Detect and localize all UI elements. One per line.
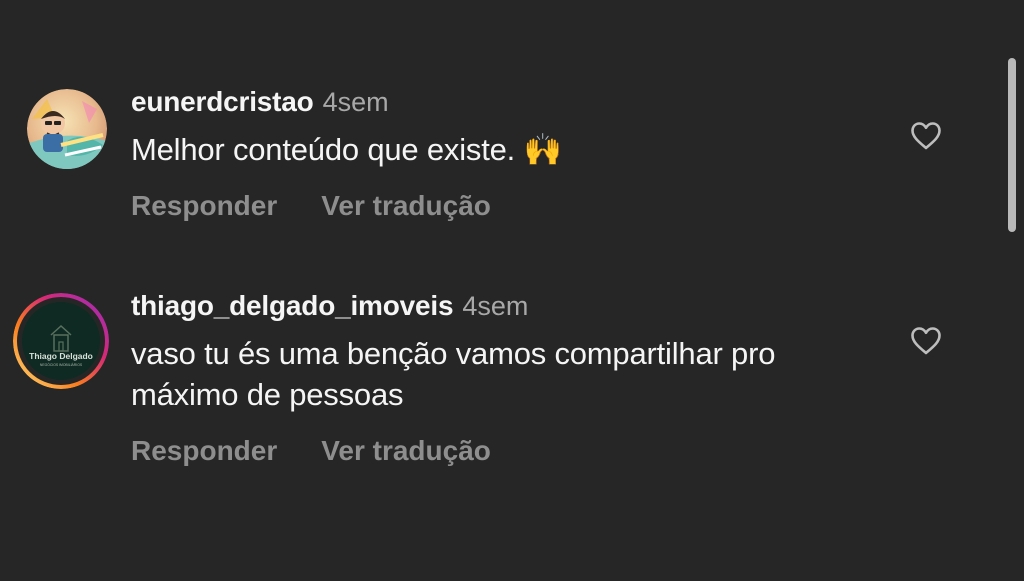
- comment-timestamp: 4sem: [462, 291, 529, 321]
- reply-button[interactable]: Responder: [131, 190, 277, 222]
- comment-body: eunerdcristao 4sem Melhor conteúdo que e…: [131, 86, 891, 222]
- heart-outline-icon: [911, 327, 941, 355]
- comment-timestamp: 4sem: [322, 87, 389, 117]
- comments-screen: eunerdcristao 4sem Melhor conteúdo que e…: [0, 0, 1024, 581]
- avatar-image: Thiago Delgado NEGÓCIOS IMOBILIÁRIOS: [13, 293, 109, 389]
- scrollbar[interactable]: [1008, 58, 1016, 232]
- see-translation-button[interactable]: Ver tradução: [321, 435, 491, 467]
- comment-username[interactable]: eunerdcristao: [131, 86, 314, 118]
- heart-outline-icon: [911, 122, 941, 150]
- comment-actions: Responder Ver tradução: [131, 190, 891, 222]
- comment-username[interactable]: thiago_delgado_imoveis: [131, 290, 454, 322]
- avatar[interactable]: Thiago Delgado NEGÓCIOS IMOBILIÁRIOS: [13, 293, 109, 389]
- reply-button[interactable]: Responder: [131, 435, 277, 467]
- comment-text: Melhor conteúdo que existe. 🙌: [131, 132, 562, 167]
- comment-text: vaso tu és uma benção vamos compartilhar…: [131, 336, 776, 412]
- avatar[interactable]: [27, 89, 107, 169]
- avatar-logo-text: Thiago Delgado: [29, 351, 93, 361]
- comment-header: thiago_delgado_imoveis 4sem: [131, 290, 891, 326]
- like-button[interactable]: [910, 326, 942, 356]
- see-translation-button[interactable]: Ver tradução: [321, 190, 491, 222]
- avatar-logo-subtext: NEGÓCIOS IMOBILIÁRIOS: [40, 362, 83, 367]
- comment-actions: Responder Ver tradução: [131, 435, 891, 467]
- like-button[interactable]: [910, 121, 942, 151]
- comment-header: eunerdcristao 4sem: [131, 86, 891, 122]
- avatar-image: [27, 89, 107, 169]
- comment-body: thiago_delgado_imoveis 4sem vaso tu és u…: [131, 290, 891, 467]
